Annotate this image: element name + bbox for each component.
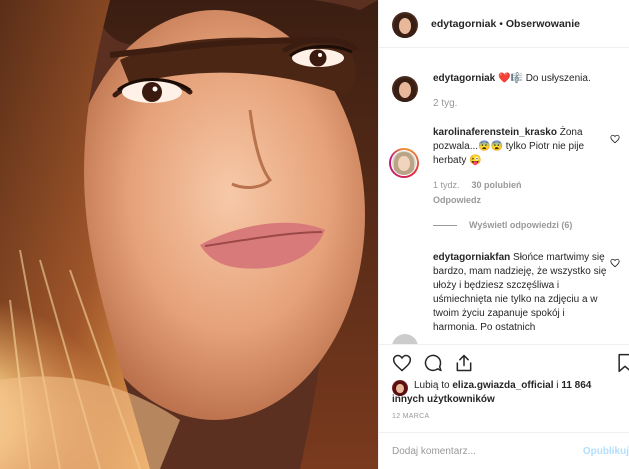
selfie-image: [0, 0, 378, 469]
comment-input[interactable]: [392, 443, 572, 459]
likes-summary: Lubią to eliza.gwiazda_official i 11 864…: [379, 378, 629, 408]
comment-like-icon[interactable]: [610, 134, 620, 144]
commenter-username[interactable]: karolinaferenstein_krasko: [433, 127, 557, 138]
comment-meta: 1 tydz. 30 polubień: [433, 180, 522, 190]
post-photo[interactable]: [0, 0, 378, 469]
comment-like-icon[interactable]: [610, 258, 620, 268]
comment-likes[interactable]: 30 polubień: [472, 180, 522, 190]
follow-button[interactable]: Obserwowanie: [506, 18, 580, 30]
bookmark-icon[interactable]: [615, 353, 629, 373]
commenter-avatar[interactable]: [391, 150, 417, 176]
comment-time[interactable]: 1 tydz.: [433, 180, 460, 190]
header-separator: •: [496, 18, 506, 30]
action-bar: [379, 344, 629, 378]
post-header: edytagorniak • Obserwowanie: [379, 0, 629, 48]
comment-icon[interactable]: [423, 353, 443, 373]
likes-text: Lubią to eliza.gwiazda_official i 11 864…: [392, 379, 622, 407]
view-replies-label: Wyświetl odpowiedzi (6): [469, 220, 573, 230]
header-text: edytagorniak • Obserwowanie: [431, 18, 580, 30]
caption-username[interactable]: edytagorniak: [433, 73, 495, 84]
comment-text: edytagorniakfan Słońce martwimy się bard…: [433, 251, 611, 335]
caption-text: edytagorniak ❤️🎼 Do usłyszenia.: [433, 72, 623, 86]
caption-avatar[interactable]: [392, 76, 418, 102]
commenter-username[interactable]: edytagorniakfan: [433, 252, 510, 263]
share-icon[interactable]: [454, 353, 474, 373]
author-avatar[interactable]: [392, 12, 418, 38]
caption-time[interactable]: 2 tyg.: [433, 98, 457, 109]
add-comment-bar: Opublikuj: [379, 432, 629, 469]
author-username[interactable]: edytagorniak: [431, 18, 496, 30]
post-sidebar: edytagorniak • Obserwowanie edytagorniak…: [378, 0, 629, 469]
likes-prefix: Lubią to: [414, 380, 453, 391]
caption-body: ❤️🎼 Do usłyszenia.: [495, 73, 591, 84]
post-date[interactable]: 12 MARCA: [392, 413, 429, 420]
post-comment-button[interactable]: Opublikuj: [583, 446, 629, 457]
comment-body: Słońce martwimy się bardzo, mam nadzieję…: [433, 252, 607, 333]
heart-icon[interactable]: [392, 353, 412, 373]
comment-text: karolinaferenstein_krasko Żona pozwala..…: [433, 126, 611, 168]
reply-button[interactable]: Odpowiedz: [433, 195, 481, 205]
replies-line: [433, 225, 457, 227]
liker-username[interactable]: eliza.gwiazda_official: [452, 380, 553, 391]
commenter-avatar[interactable]: [392, 334, 418, 344]
view-replies-button[interactable]: Wyświetl odpowiedzi (6): [433, 220, 572, 230]
comments-list[interactable]: edytagorniak ❤️🎼 Do usłyszenia. 2 tyg. k…: [379, 48, 629, 344]
